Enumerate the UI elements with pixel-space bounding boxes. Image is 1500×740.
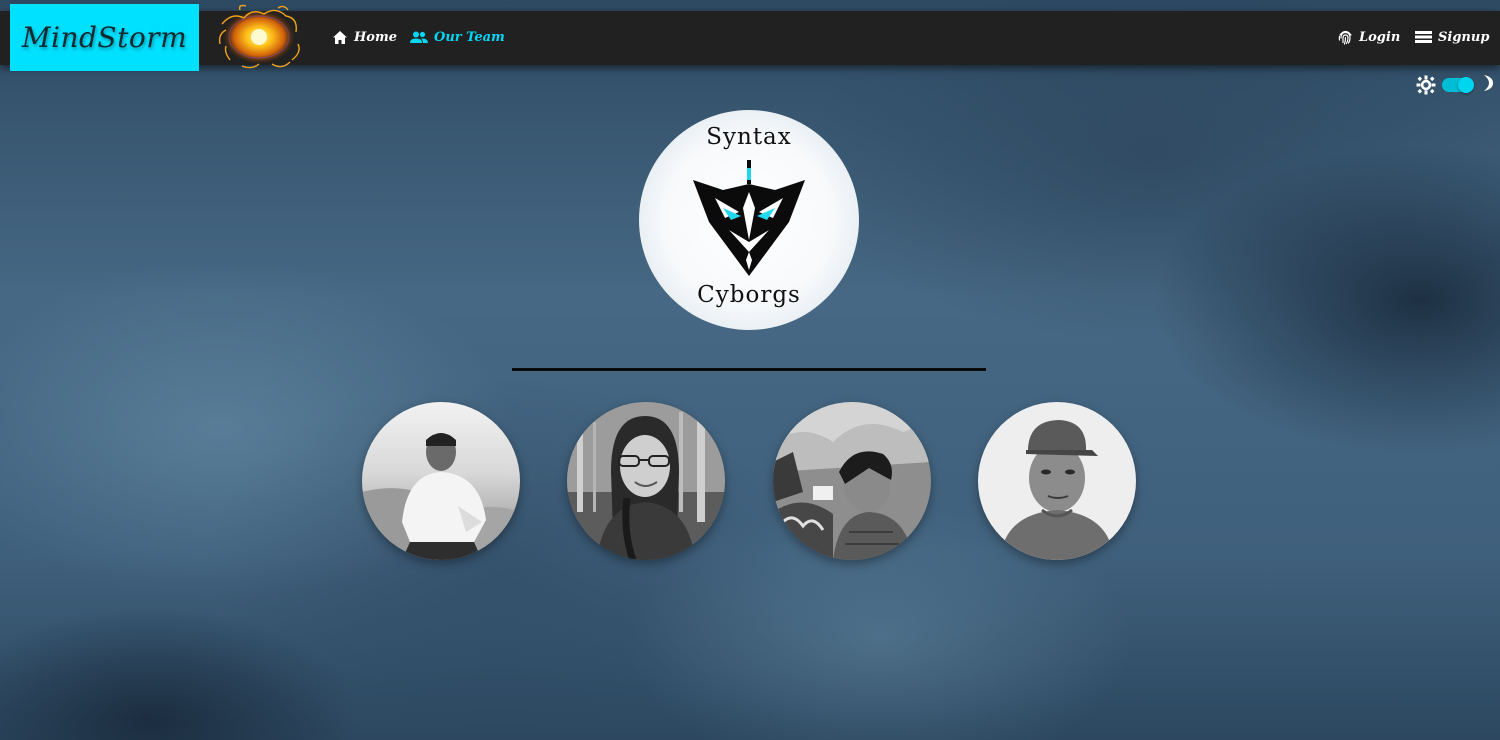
nav-home-link[interactable]: Home [332,28,397,46]
team-member-avatar[interactable] [362,402,520,560]
theme-toggle[interactable] [1416,74,1494,96]
cyborg-mask-icon [693,160,805,276]
fingerprint-icon [1338,29,1353,45]
team-logo: Syntax Cyborgs [639,110,859,330]
nav-signup-link[interactable]: Signup [1415,28,1489,46]
sun-icon [1416,75,1436,99]
brand-logo-button[interactable]: MindStorm [10,4,199,71]
team-member-avatar[interactable] [978,402,1136,560]
nav-login-link[interactable]: Login [1338,28,1400,46]
people-icon [410,31,428,44]
theme-switch-knob[interactable] [1458,77,1474,93]
brain-logo-icon [212,4,306,71]
section-divider [512,368,986,371]
team-member-avatar[interactable] [773,402,931,560]
nav-signup-label: Signup [1438,29,1490,45]
nav-team-link[interactable]: Our Team [410,28,505,46]
team-logo-bottom-text: Cyborgs [697,282,801,308]
list-icon [1415,30,1432,44]
nav-home-label: Home [354,29,397,45]
home-icon [332,30,348,45]
moon-icon [1480,74,1494,96]
nav-team-label: Our Team [434,29,505,45]
team-member-avatar[interactable] [567,402,725,560]
brand-name: MindStorm [21,21,188,54]
team-logo-top-text: Syntax [706,124,792,150]
nav-login-label: Login [1359,29,1401,45]
